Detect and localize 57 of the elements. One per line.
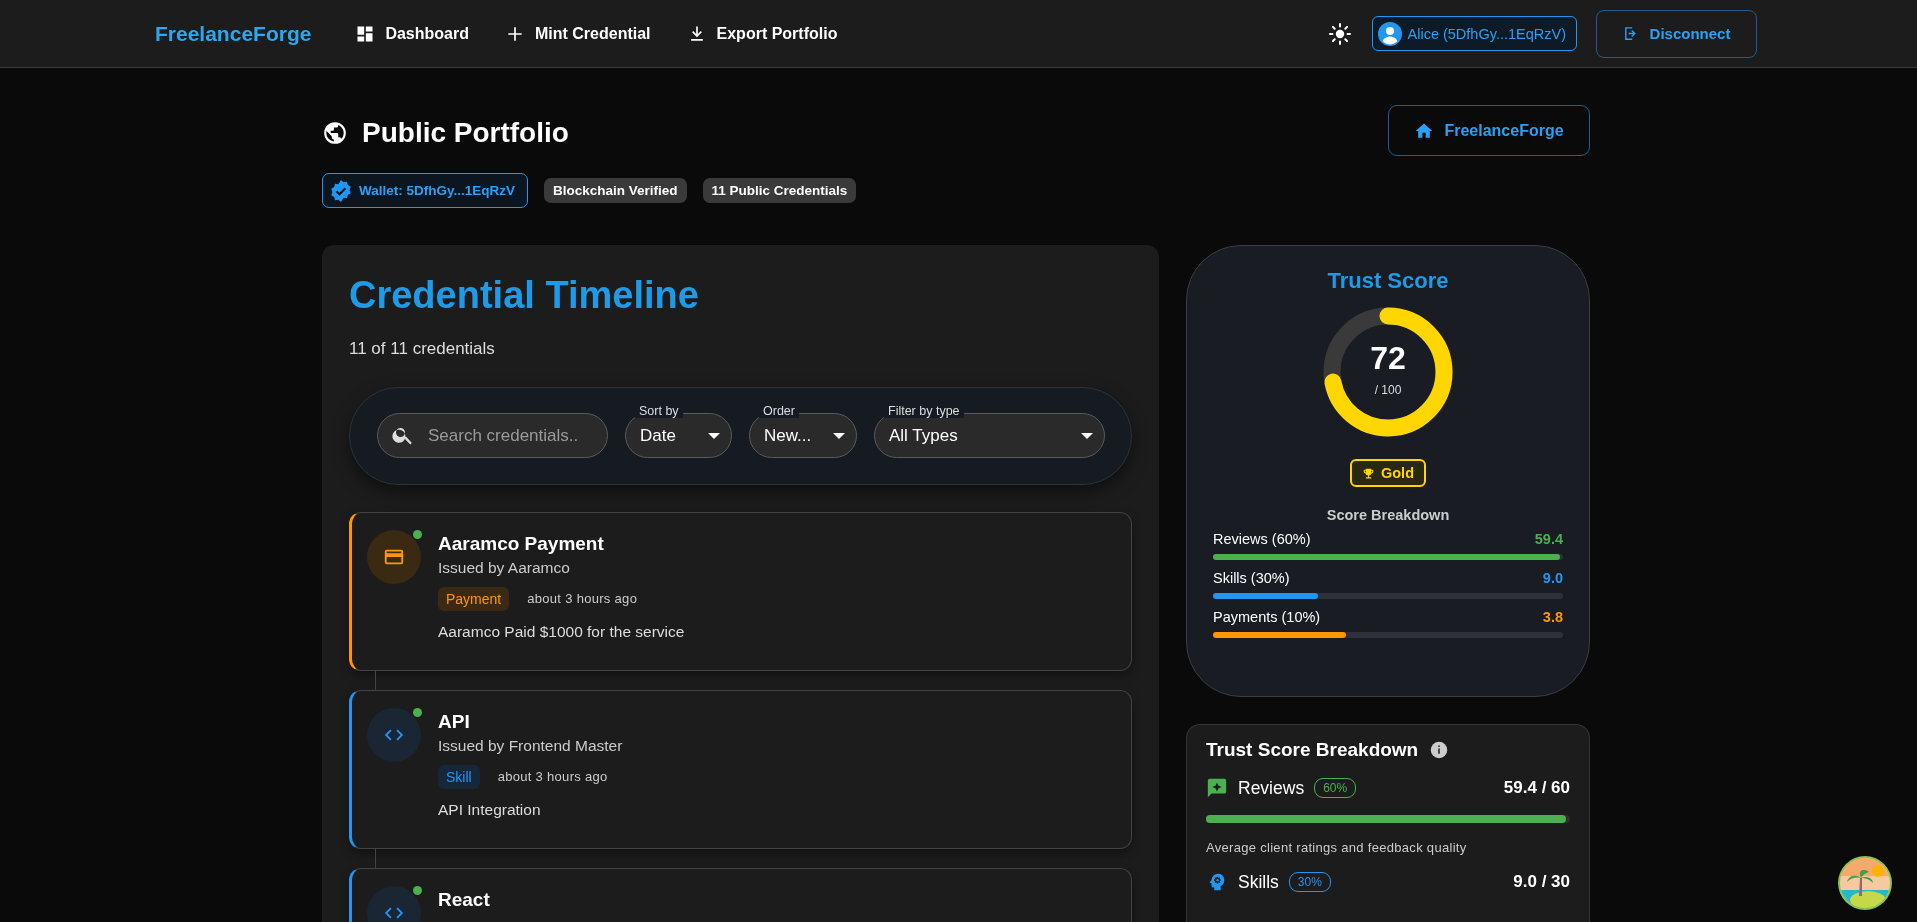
score-value: 72	[1369, 340, 1407, 377]
timestamp: about 3 hours ago	[527, 591, 638, 607]
trophy-icon	[1362, 466, 1375, 480]
credential-issuer: Issued by Frontend Master	[438, 736, 623, 755]
nav-link[interactable]: Export Portfolio	[686, 17, 838, 50]
home-button[interactable]: FreelanceForge	[1388, 105, 1590, 156]
card-title: Trust Score Breakdown	[1206, 739, 1419, 761]
sun-icon	[1327, 21, 1352, 46]
avatar-icon	[1377, 21, 1402, 46]
credential-description: API Integration	[438, 800, 542, 819]
score-number: 3.8	[1542, 609, 1563, 625]
verified-badge-icon	[329, 178, 353, 203]
field-label: Order	[759, 404, 799, 419]
credential-title: API	[438, 710, 471, 733]
search-field[interactable]: Search credentials..	[377, 413, 608, 459]
type-tag: Payment	[438, 586, 510, 611]
card-title: Trust Score	[1327, 268, 1449, 294]
score-number: 9.0	[1542, 570, 1563, 586]
credential-card[interactable]: React	[349, 867, 1132, 922]
info-icon	[1430, 741, 1449, 759]
app-logo[interactable]: FreelanceForge	[155, 21, 312, 46]
category-label: Skills	[1238, 871, 1279, 893]
credential-title: Aaramco Payment	[438, 532, 605, 555]
type-tag: Skill	[438, 764, 480, 789]
credential-description: Aaramco Paid $1000 for the service	[438, 622, 685, 641]
credential-title: React	[438, 888, 490, 911]
rank-badge: Gold	[1350, 459, 1426, 487]
disconnect-button[interactable]: Disconnect	[1596, 9, 1757, 58]
score-label: Payments (10%)	[1213, 609, 1321, 625]
subsection-title: Score Breakdown	[1326, 507, 1450, 523]
category-score: 9.0 / 30	[1513, 872, 1570, 892]
page-title: Public Portfolio	[362, 117, 569, 149]
score-label: Reviews (60%)	[1213, 531, 1311, 547]
account-button[interactable]: Alice (5DfhGy...1EqRzV)	[1371, 16, 1577, 51]
credential-card[interactable]: API Issued by Frontend Master Skill about 3 hours ago API Integration	[349, 689, 1132, 849]
nav-link[interactable]: Mint Credential	[505, 17, 651, 50]
credential-count: 11 of 11 credentials	[349, 338, 496, 359]
theme-toggle-button[interactable]	[1327, 21, 1352, 46]
category-score: 59.4 / 60	[1503, 778, 1570, 798]
score-label: Skills (30%)	[1213, 570, 1290, 586]
credential-issuer: Issued by Aaramco	[438, 558, 571, 577]
section-title: Credential Timeline	[349, 273, 700, 318]
weight-badge: 60%	[1314, 778, 1357, 798]
category-label: Reviews	[1238, 777, 1305, 799]
score-number: 59.4	[1534, 531, 1563, 547]
wallet-chip: Wallet: 5DfhGy...1EqRzV	[322, 173, 529, 208]
credential-card[interactable]: Aaramco Payment Issued by Aaramco Payment about 3 hours ago Aaramco Paid $1000 for the service	[349, 511, 1132, 671]
weight-badge: 30%	[1288, 872, 1331, 892]
nav-link[interactable]: Dashboard	[355, 17, 469, 50]
info-chip: 11 Public Credentials	[702, 178, 857, 203]
info-chip: Blockchain Verified	[544, 178, 687, 203]
timestamp: about 3 hours ago	[497, 769, 608, 785]
score-max: / 100	[1373, 383, 1403, 397]
field-label: Sort by	[635, 404, 683, 419]
globe-icon	[322, 120, 348, 146]
category-description: Average client ratings and feedback quality	[1206, 840, 1468, 855]
field-label: Filter by type	[884, 404, 964, 419]
